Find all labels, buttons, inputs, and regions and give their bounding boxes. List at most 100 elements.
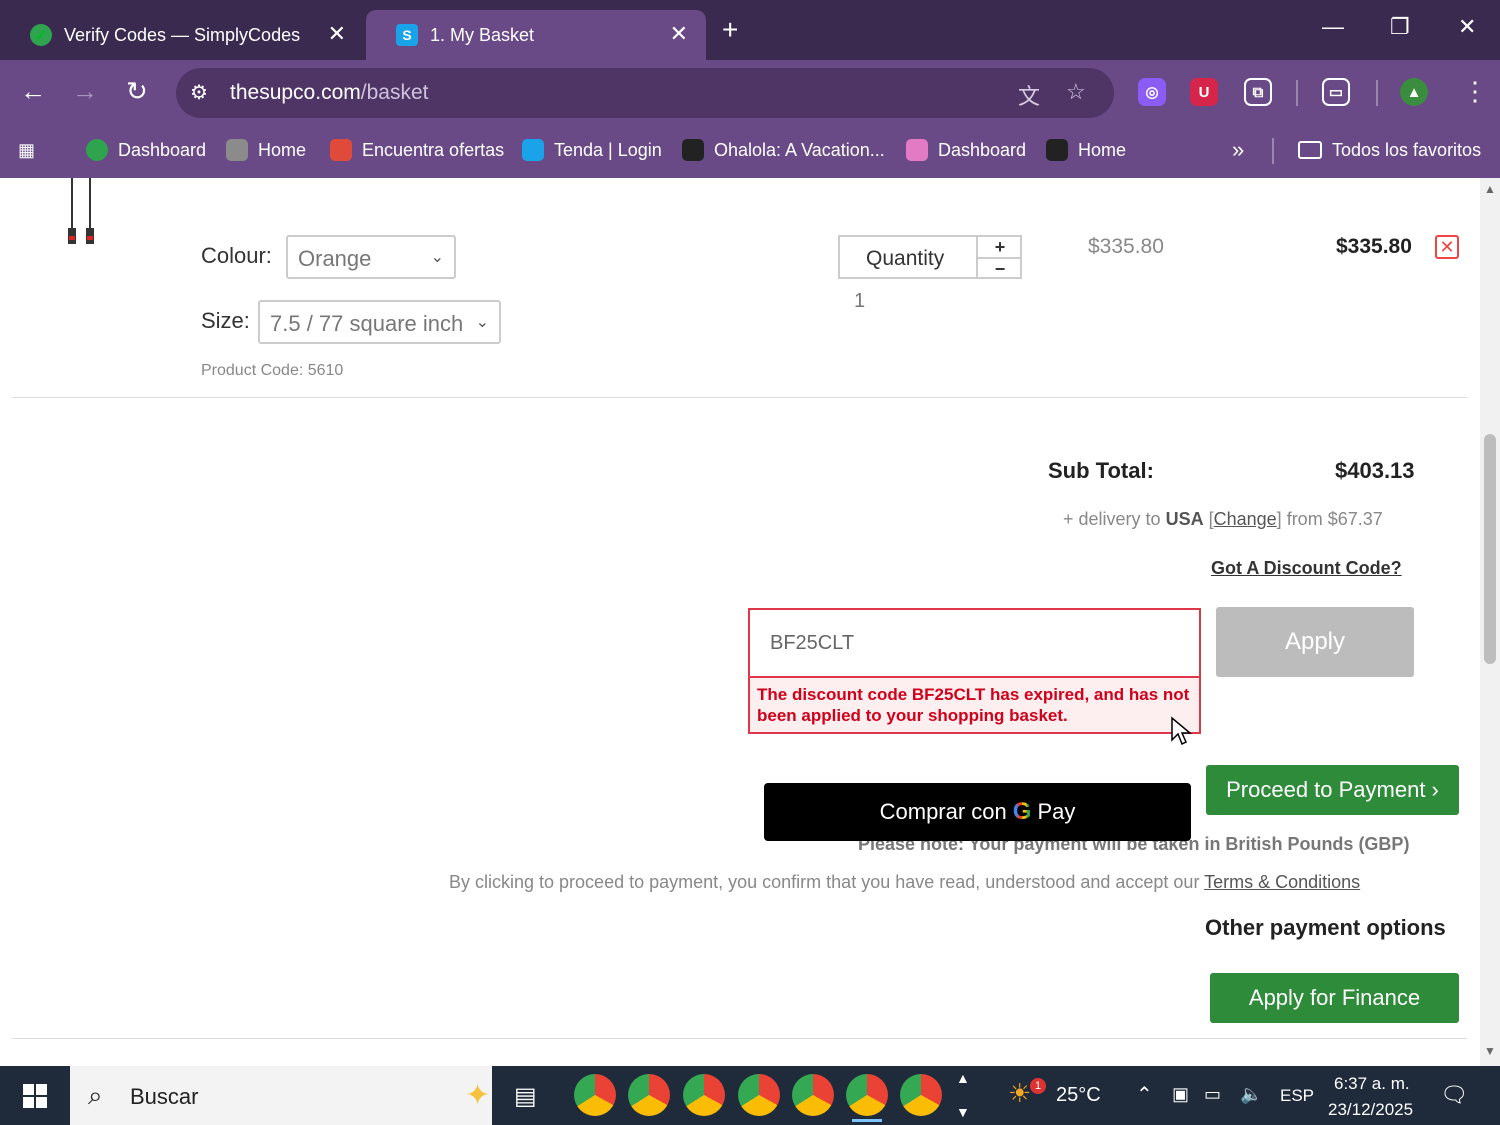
tab-verify-codes[interactable]: ✓ Verify Codes — SimplyCodes ✕ bbox=[0, 10, 364, 60]
quantity-increase-button[interactable]: + bbox=[978, 237, 1022, 257]
restore-icon[interactable]: ❐ bbox=[1390, 14, 1410, 40]
bookmark-favicon-icon bbox=[906, 139, 928, 161]
bookmark-ohalola[interactable]: Ohalola: A Vacation... bbox=[682, 136, 885, 164]
reload-icon[interactable]: ↻ bbox=[126, 76, 148, 107]
product-thumbnail[interactable] bbox=[60, 178, 110, 248]
bookmark-star-icon[interactable]: ☆ bbox=[1066, 79, 1086, 105]
size-select[interactable]: 7.5 / 77 square inch ⌄ bbox=[258, 300, 501, 344]
all-bookmarks-folder[interactable]: Todos los favoritos bbox=[1298, 136, 1481, 164]
address-bar[interactable]: ⚙ thesupco.com/basket 文 ☆ bbox=[176, 68, 1114, 118]
task-view-icon[interactable]: ▤ bbox=[514, 1082, 537, 1111]
start-button[interactable] bbox=[0, 1066, 70, 1125]
weather-temperature[interactable]: 25°C bbox=[1056, 1084, 1101, 1107]
search-icon: ⌕ bbox=[88, 1080, 103, 1110]
proceed-to-payment-button[interactable]: Proceed to Payment › bbox=[1206, 765, 1459, 815]
bookmark-favicon-icon bbox=[226, 139, 248, 161]
discount-error-message: The discount code BF25CLT has expired, a… bbox=[748, 676, 1201, 734]
tab-title: 1. My Basket bbox=[430, 24, 535, 45]
minimize-icon[interactable]: — bbox=[1322, 14, 1344, 40]
meet-camera-icon[interactable]: ▣ bbox=[1172, 1084, 1189, 1105]
bookmark-home-2[interactable]: Home bbox=[1046, 136, 1126, 164]
new-tab-icon[interactable]: + bbox=[722, 14, 738, 46]
colour-select[interactable]: Orange ⌄ bbox=[286, 235, 456, 279]
extension-simplycodes-icon[interactable]: ◎ bbox=[1138, 78, 1166, 106]
chrome-app-icon[interactable] bbox=[574, 1074, 616, 1116]
cast-icon[interactable]: ▭ bbox=[1322, 78, 1350, 106]
close-tab-icon[interactable]: ✕ bbox=[328, 21, 346, 47]
quantity-buttons: + − bbox=[976, 237, 1022, 279]
chrome-app-icon-active[interactable] bbox=[846, 1074, 888, 1122]
weather-icon[interactable]: ☀ bbox=[1008, 1078, 1031, 1109]
weather-badge: 1 bbox=[1030, 1078, 1046, 1094]
bookmark-encuentra-ofertas[interactable]: Encuentra ofertas bbox=[330, 136, 504, 164]
more-bookmarks-chevron-icon[interactable]: » bbox=[1232, 136, 1244, 164]
windows-logo-icon bbox=[23, 1083, 47, 1108]
taskbar-search-box[interactable]: ⌕ Buscar ✦ bbox=[70, 1066, 492, 1125]
bookmark-dashboard-2[interactable]: Dashboard bbox=[906, 136, 1026, 164]
google-pay-button[interactable]: Comprar con G Pay bbox=[764, 783, 1191, 841]
apply-discount-button[interactable]: Apply bbox=[1216, 607, 1414, 677]
chrome-app-icon[interactable] bbox=[628, 1074, 670, 1116]
close-tab-icon[interactable]: ✕ bbox=[670, 21, 688, 47]
terms-line: By clicking to proceed to payment, you c… bbox=[449, 872, 1361, 892]
tab-title: Verify Codes — SimplyCodes bbox=[64, 24, 301, 45]
bookmark-home[interactable]: Home bbox=[226, 136, 306, 164]
chrome-app-icon[interactable] bbox=[900, 1074, 942, 1116]
extensions-puzzle-icon[interactable]: ⧉ bbox=[1244, 78, 1272, 106]
site-info-icon[interactable]: ⚙ bbox=[190, 80, 208, 105]
taskbar-search-placeholder: Buscar bbox=[130, 1084, 199, 1109]
chevron-down-icon: ⌄ bbox=[475, 314, 489, 331]
bookmark-dashboard[interactable]: Dashboard bbox=[86, 136, 206, 164]
bookmark-tenda-login[interactable]: Tenda | Login bbox=[522, 136, 662, 164]
back-icon[interactable]: ← bbox=[20, 76, 46, 107]
terms-conditions-link[interactable]: Terms & Conditions bbox=[1204, 872, 1360, 892]
translate-icon[interactable]: 文 bbox=[1018, 79, 1040, 111]
google-g-icon: G bbox=[1012, 798, 1032, 825]
quantity-stepper[interactable]: Quantity + − bbox=[838, 235, 1022, 279]
bookmarks-separator bbox=[1272, 138, 1274, 164]
remove-item-close-icon[interactable]: ✕ bbox=[1435, 235, 1459, 259]
forward-icon[interactable]: → bbox=[72, 76, 98, 107]
chrome-app-icon[interactable] bbox=[792, 1074, 834, 1116]
extension-ublock-icon[interactable]: U bbox=[1190, 78, 1218, 106]
divider bbox=[12, 1038, 1467, 1039]
chevron-down-icon: ⌄ bbox=[430, 249, 444, 266]
change-delivery-link[interactable]: Change bbox=[1214, 509, 1277, 529]
chrome-app-icon[interactable] bbox=[683, 1074, 725, 1116]
volume-icon[interactable]: 🔈 bbox=[1240, 1084, 1262, 1105]
apps-grid-icon[interactable]: ▦ bbox=[18, 136, 35, 164]
show-hidden-icons-chevron-icon[interactable]: ⌃ bbox=[1136, 1082, 1153, 1107]
toolbar-separator bbox=[1296, 80, 1298, 106]
discount-code-link[interactable]: Got A Discount Code? bbox=[1211, 558, 1402, 579]
taskbar-scroll-up-icon[interactable]: ▲ bbox=[956, 1070, 970, 1086]
network-icon[interactable]: ▭ bbox=[1204, 1084, 1221, 1105]
notification-center-icon[interactable]: 🗨 bbox=[1440, 1082, 1468, 1108]
basket-page: Colour: Orange ⌄ Size: 7.5 / 77 square i… bbox=[0, 178, 1480, 1066]
taskbar-scroll-down-icon[interactable]: ▼ bbox=[956, 1104, 970, 1120]
chrome-app-icon[interactable] bbox=[738, 1074, 780, 1116]
page-scrollbar[interactable]: ▲ ▼ bbox=[1480, 178, 1500, 1066]
quantity-decrease-button[interactable]: − bbox=[978, 257, 1022, 279]
clock-time[interactable]: 6:37 a. m. bbox=[1334, 1074, 1410, 1094]
close-window-icon[interactable]: ✕ bbox=[1458, 14, 1476, 40]
input-language[interactable]: ESP bbox=[1280, 1086, 1314, 1106]
bookmark-favicon-icon bbox=[682, 139, 704, 161]
tab-my-basket[interactable]: S 1. My Basket ✕ bbox=[366, 10, 706, 60]
bookmark-favicon-icon bbox=[522, 139, 544, 161]
scroll-down-arrow-icon[interactable]: ▼ bbox=[1484, 1044, 1496, 1058]
colour-label: Colour: bbox=[201, 243, 272, 268]
browser-tab-strip: ✓ Verify Codes — SimplyCodes ✕ S 1. My B… bbox=[0, 0, 1500, 60]
size-label: Size: bbox=[201, 308, 250, 333]
browser-toolbar: ← → ↻ ⚙ thesupco.com/basket 文 ☆ ◎ U ⧉ ▭ … bbox=[0, 60, 1500, 124]
windows-taskbar: ⌕ Buscar ✦ ▤ ▲ ▼ ☀ 1 25°C ⌃ ▣ ▭ 🔈 ESP 6:… bbox=[0, 1066, 1500, 1125]
scroll-up-arrow-icon[interactable]: ▲ bbox=[1484, 182, 1496, 196]
profile-avatar-icon[interactable]: ▲ bbox=[1400, 78, 1428, 106]
apply-for-finance-button[interactable]: Apply for Finance bbox=[1210, 973, 1459, 1023]
menu-kebab-icon[interactable]: ⋮ bbox=[1462, 76, 1488, 107]
bookmark-favicon-icon bbox=[330, 139, 352, 161]
discount-code-input[interactable]: BF25CLT bbox=[748, 608, 1201, 678]
scrollbar-thumb[interactable] bbox=[1484, 434, 1496, 664]
clock-date[interactable]: 23/12/2025 bbox=[1328, 1100, 1413, 1120]
subtotal-label: Sub Total: bbox=[1048, 458, 1154, 483]
toolbar-separator bbox=[1376, 80, 1378, 106]
